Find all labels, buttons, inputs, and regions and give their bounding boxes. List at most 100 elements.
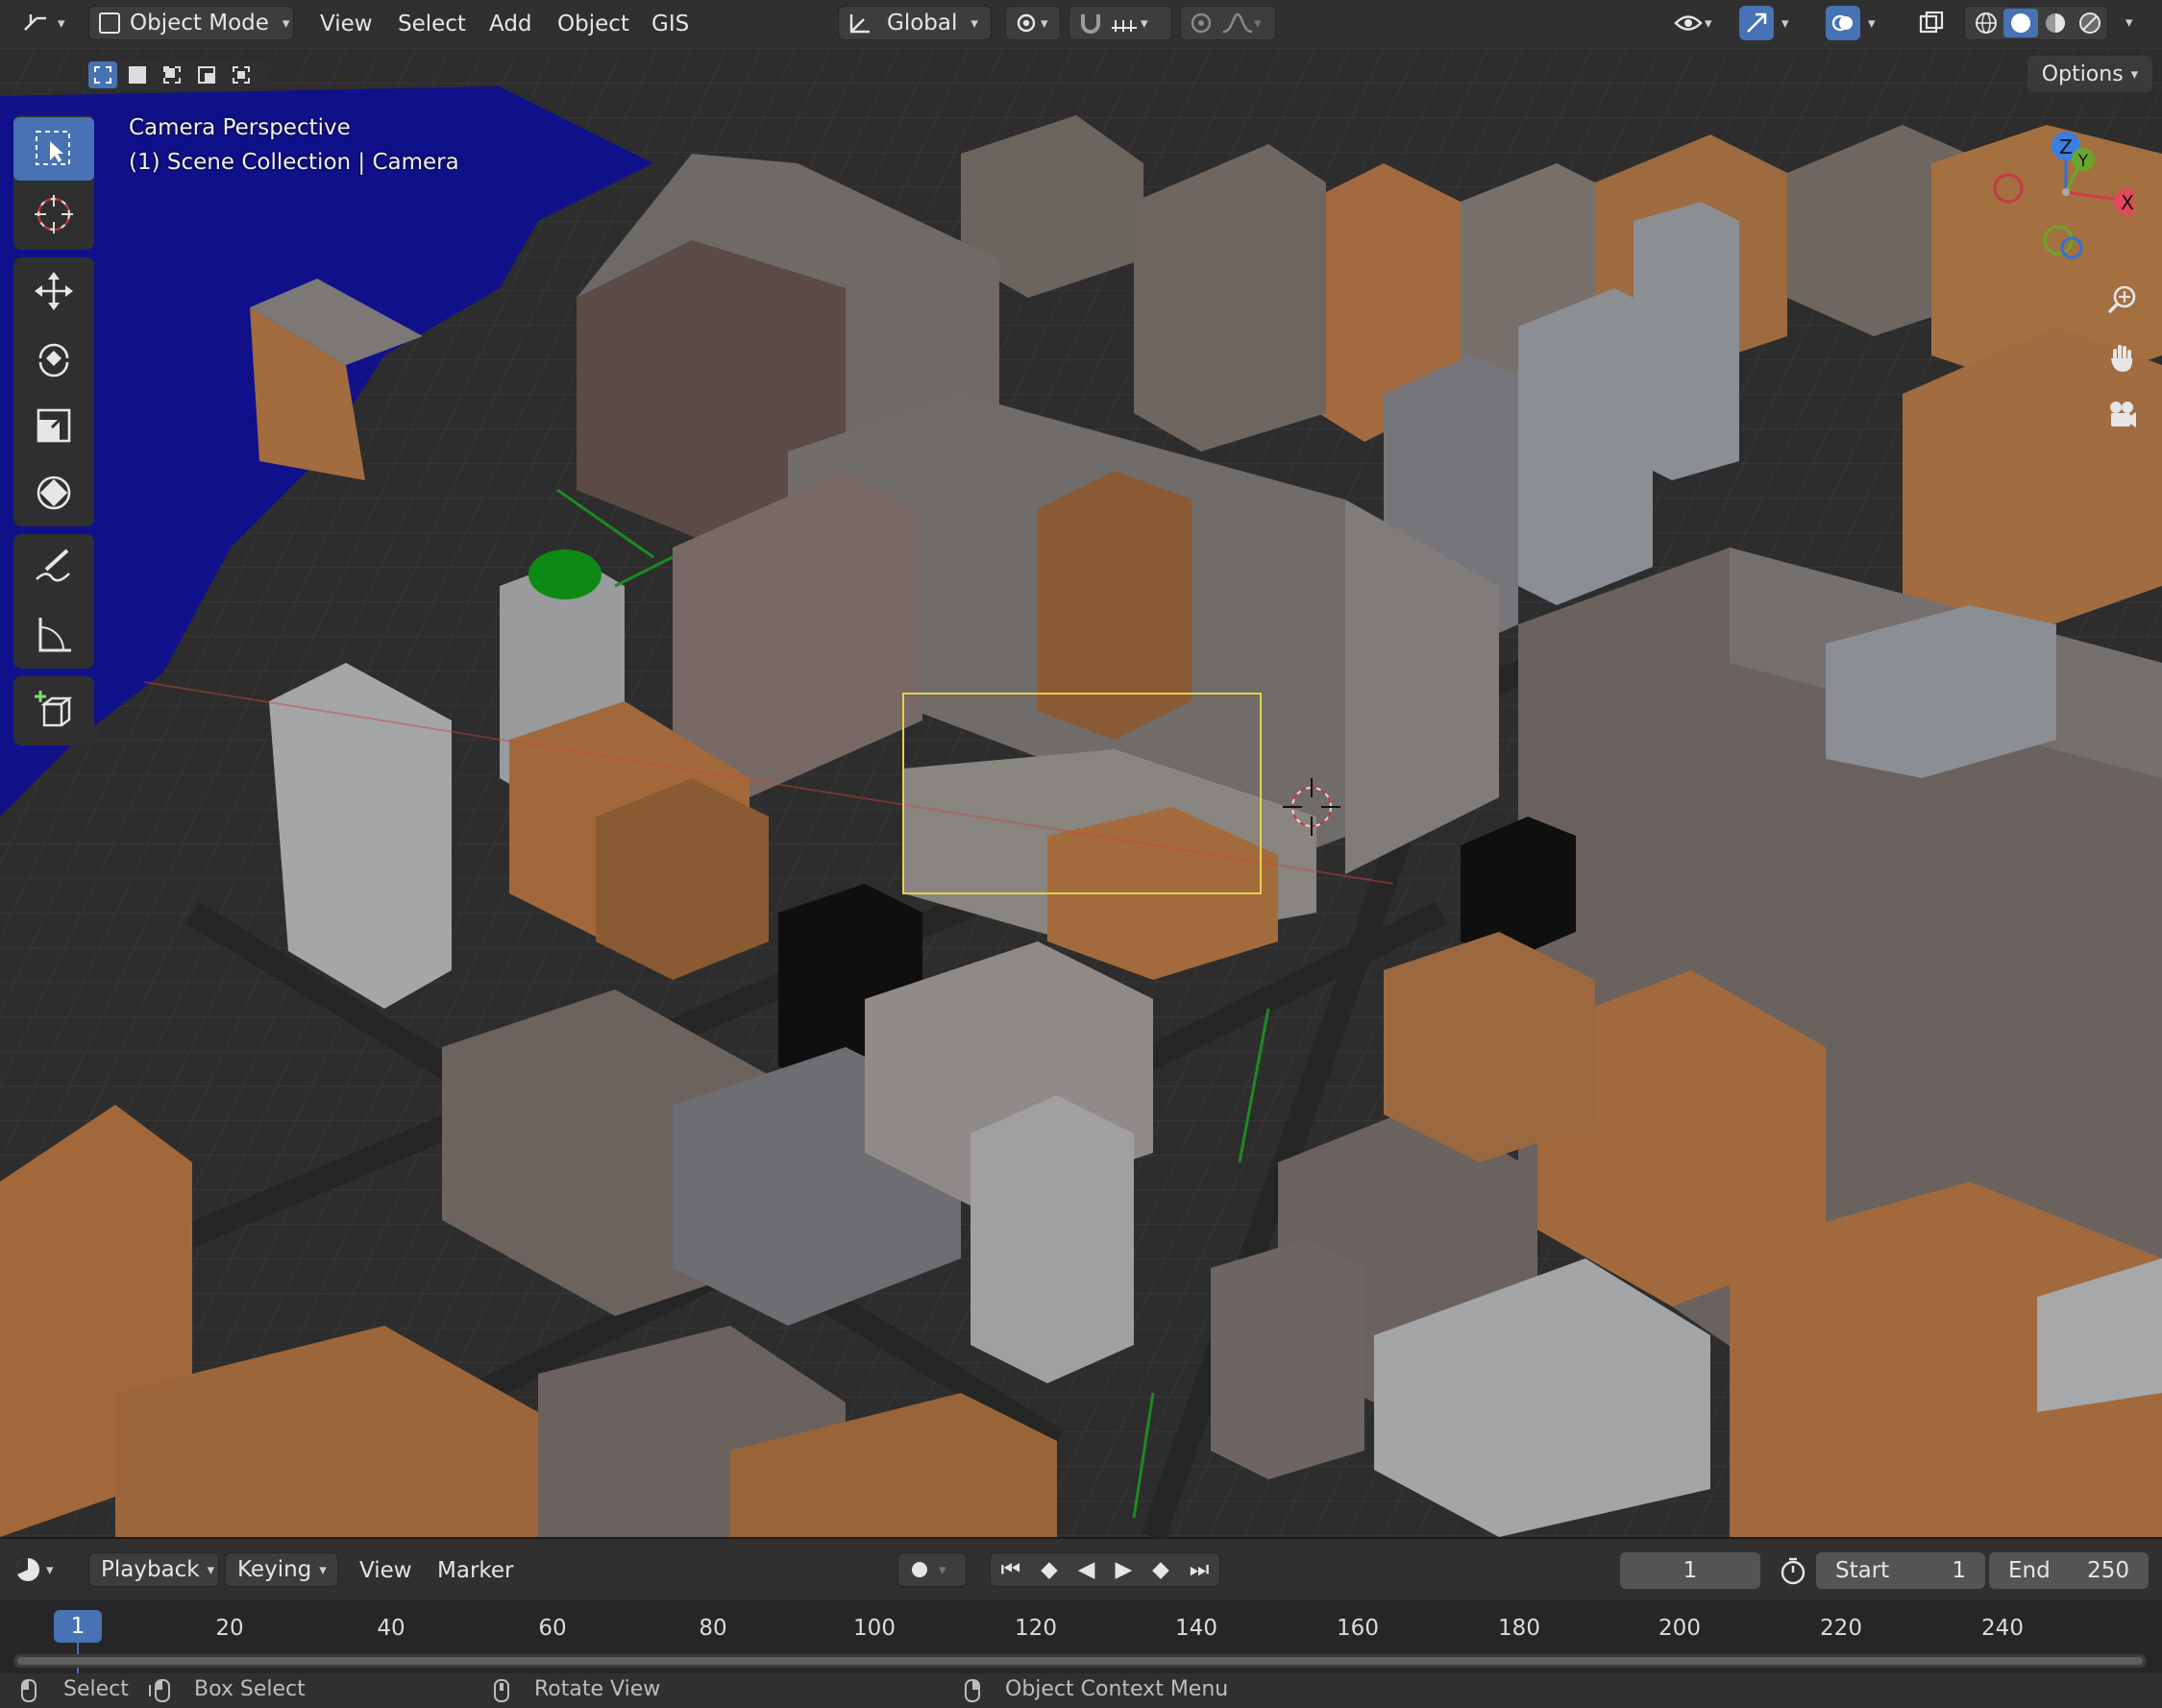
snap-controls[interactable]: ▾ bbox=[1069, 6, 1172, 40]
select-subtract-icon[interactable] bbox=[158, 61, 186, 88]
current-frame-marker[interactable]: 1 bbox=[54, 1610, 102, 1643]
status-rotate-view: Rotate View bbox=[534, 1677, 661, 1701]
jump-to-end-icon[interactable]: ⏭ bbox=[1190, 1557, 1210, 1582]
orientation-icon bbox=[849, 14, 870, 34]
svg-text:X: X bbox=[2121, 191, 2133, 214]
scale-icon bbox=[37, 408, 71, 443]
end-label: End bbox=[2008, 1558, 2051, 1583]
xray-icon bbox=[1919, 11, 1944, 34]
move-tool[interactable] bbox=[13, 259, 94, 323]
snap-increment-icon bbox=[1112, 20, 1137, 32]
timeline-area[interactable]: 1 20 40 60 80 100 120 140 160 180 200 22… bbox=[0, 1600, 2162, 1673]
measure-icon bbox=[38, 618, 71, 652]
tick-label: 100 bbox=[853, 1616, 896, 1641]
camera-view-button[interactable] bbox=[2101, 394, 2143, 436]
xray-toggle[interactable] bbox=[1918, 6, 1954, 40]
select-box-tool[interactable] bbox=[13, 117, 94, 181]
tick-label: 180 bbox=[1498, 1616, 1540, 1641]
keying-menu[interactable]: Keying ▾ bbox=[225, 1552, 338, 1587]
record-icon bbox=[912, 1562, 927, 1577]
select-intersect-icon[interactable] bbox=[227, 61, 256, 88]
view-name-label: Camera Perspective bbox=[129, 115, 351, 140]
add-cube-icon bbox=[35, 691, 73, 727]
select-new-icon[interactable] bbox=[88, 61, 117, 88]
playback-controls: ⏮ ◆ ◀ ▶ ◆ ⏭ bbox=[990, 1552, 1220, 1587]
menu-select[interactable]: Select bbox=[398, 8, 466, 40]
overlays-toggle[interactable]: ▾ bbox=[1826, 6, 1887, 40]
visibility-selector[interactable]: ▾ bbox=[1670, 6, 1726, 40]
timeline-editor-type-button[interactable]: ▾ bbox=[13, 1552, 73, 1587]
menu-gis[interactable]: GIS bbox=[651, 8, 689, 40]
clock-icon bbox=[15, 1557, 39, 1581]
timeline-menu-marker[interactable]: Marker bbox=[437, 1554, 514, 1587]
gizmo-icon bbox=[1747, 12, 1767, 33]
play-icon[interactable]: ▶ bbox=[1115, 1557, 1132, 1582]
eye-icon bbox=[1674, 15, 1703, 31]
menu-view[interactable]: View bbox=[320, 8, 373, 40]
tick-label: 80 bbox=[699, 1616, 727, 1641]
jump-to-keyframe-next-icon[interactable]: ◆ bbox=[1152, 1557, 1169, 1582]
zoom-view-button[interactable] bbox=[2101, 279, 2143, 321]
wireframe-shading-icon[interactable] bbox=[1969, 9, 2003, 37]
status-context-menu: Object Context Menu bbox=[1005, 1677, 1229, 1701]
options-button[interactable]: Options ▾ bbox=[2027, 56, 2152, 92]
cursor-icon bbox=[35, 195, 73, 233]
stopwatch-icon bbox=[1781, 1557, 1806, 1585]
auto-keying-toggle[interactable]: ▾ bbox=[897, 1552, 967, 1587]
start-frame-field[interactable]: Start 1 bbox=[1816, 1552, 1985, 1589]
scale-tool[interactable] bbox=[13, 394, 94, 457]
rendered-shading-icon[interactable] bbox=[2073, 9, 2107, 37]
current-frame-field[interactable]: 1 bbox=[1620, 1552, 1760, 1589]
pan-view-button[interactable] bbox=[2101, 336, 2143, 378]
select-box-icon bbox=[36, 131, 70, 165]
start-value: 1 bbox=[1952, 1558, 1966, 1583]
gizmo-toggle[interactable]: ▾ bbox=[1739, 6, 1801, 40]
tick-label: 160 bbox=[1337, 1616, 1379, 1641]
jump-to-keyframe-prev-icon[interactable]: ◆ bbox=[1041, 1557, 1058, 1582]
pivot-point-selector[interactable]: ▾ bbox=[1005, 6, 1061, 40]
timeline-scrollbar[interactable] bbox=[13, 1654, 2147, 1668]
transform-orientation-selector[interactable]: Global ▾ bbox=[838, 6, 992, 40]
add-cube-tool[interactable] bbox=[13, 678, 94, 742]
mouse-left-icon bbox=[21, 1679, 37, 1708]
rotate-tool[interactable] bbox=[13, 327, 94, 390]
overlays-icon bbox=[1831, 14, 1853, 32]
playback-menu[interactable]: Playback ▾ bbox=[88, 1552, 219, 1587]
proportional-editing-controls[interactable]: ▾ bbox=[1180, 6, 1276, 40]
solid-shading-icon[interactable] bbox=[2003, 9, 2038, 37]
city-scene bbox=[0, 48, 2162, 1537]
mode-label: Object Mode bbox=[130, 11, 269, 36]
measure-tool[interactable] bbox=[13, 603, 94, 667]
cursor-tool[interactable] bbox=[13, 183, 94, 246]
3d-viewport[interactable]: Options ▾ Camera Perspective (1) Scene Co… bbox=[0, 48, 2162, 1537]
mode-selector[interactable]: Object Mode ▾ bbox=[88, 6, 294, 40]
annotate-tool[interactable] bbox=[13, 536, 94, 599]
material-shading-icon[interactable] bbox=[2038, 9, 2073, 37]
navigation-gizmo[interactable]: Z Y X bbox=[1989, 125, 2133, 269]
falloff-curve-icon bbox=[1222, 12, 1253, 34]
menu-add[interactable]: Add bbox=[489, 8, 532, 40]
mouse-middle-icon bbox=[494, 1679, 509, 1708]
menu-object[interactable]: Object bbox=[557, 8, 629, 40]
current-frame-value: 1 bbox=[1683, 1558, 1698, 1583]
select-invert-icon[interactable] bbox=[192, 61, 221, 88]
toolbar-select-group bbox=[13, 115, 94, 250]
jump-to-start-icon[interactable]: ⏮ bbox=[1000, 1557, 1020, 1582]
editor-type-icon bbox=[24, 14, 46, 31]
scrollbar-thumb[interactable] bbox=[17, 1657, 2143, 1665]
start-label: Start bbox=[1835, 1558, 1890, 1583]
transform-tool[interactable] bbox=[13, 461, 94, 525]
viewport-header: ▾ Object Mode ▾ View Select Add Object G… bbox=[0, 0, 2162, 48]
editor-type-button[interactable]: ▾ bbox=[21, 6, 75, 40]
svg-text:Z: Z bbox=[2059, 135, 2073, 159]
end-frame-field[interactable]: End 250 bbox=[1989, 1552, 2149, 1589]
play-reverse-icon[interactable]: ◀ bbox=[1078, 1557, 1095, 1582]
tick-label: 120 bbox=[1015, 1616, 1057, 1641]
status-bar: Select Box Select Rotate View Object Con… bbox=[0, 1673, 2162, 1708]
timeline-menu-view[interactable]: View bbox=[359, 1554, 412, 1587]
shading-options-chevron[interactable]: ▾ bbox=[2125, 13, 2133, 31]
keying-label: Keying bbox=[237, 1557, 312, 1582]
select-extend-icon[interactable] bbox=[123, 61, 152, 88]
frame-marker-label: 1 bbox=[70, 1614, 86, 1639]
preview-range-toggle[interactable] bbox=[1776, 1554, 1810, 1587]
